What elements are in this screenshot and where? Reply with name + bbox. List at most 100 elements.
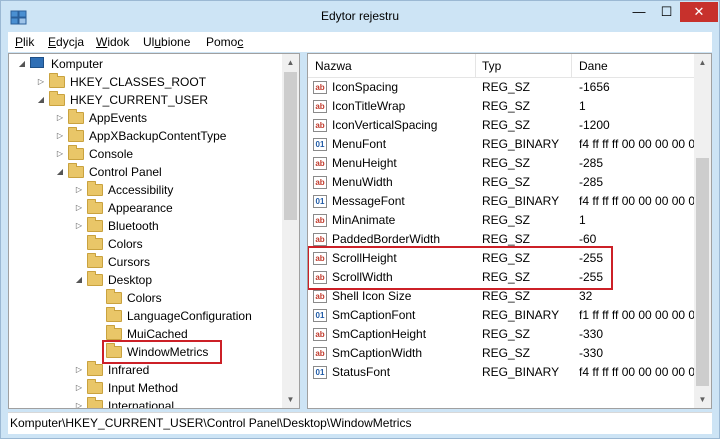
column-divider[interactable] bbox=[571, 54, 572, 78]
tree-item[interactable]: ▷ HKEY_CLASSES_ROOT bbox=[9, 73, 281, 91]
scroll-up-arrow-icon[interactable]: ▲ bbox=[282, 54, 299, 71]
menu-item[interactable]: Ulubione bbox=[143, 35, 190, 49]
expanded-arrow-icon[interactable]: ◢ bbox=[74, 271, 84, 289]
tree-item[interactable]: ▷ AppEvents bbox=[9, 109, 281, 127]
menu-item[interactable]: Widok bbox=[96, 35, 129, 49]
key-tree-pane[interactable]: ◢ Komputer ▷ HKEY_CLASSES_ROOT ◢ HKEY_CURRENT… bbox=[8, 53, 300, 409]
binary-value-icon: 01 bbox=[313, 195, 327, 208]
column-divider[interactable] bbox=[475, 54, 476, 78]
tree-item-label: Console bbox=[89, 147, 134, 161]
scroll-up-arrow-icon[interactable]: ▲ bbox=[694, 54, 711, 71]
value-row[interactable]: ab IconVerticalSpacing REG_SZ -1200 bbox=[308, 116, 696, 135]
column-header-type[interactable]: Typ bbox=[482, 59, 501, 73]
tree-item-label: Colors bbox=[127, 291, 162, 305]
window-title: Edytor rejestru bbox=[320, 9, 400, 23]
scroll-thumb[interactable] bbox=[696, 158, 709, 386]
tree-item-label: LanguageConfiguration bbox=[127, 309, 252, 323]
value-type: REG_SZ bbox=[482, 99, 531, 113]
value-type: REG_SZ bbox=[482, 213, 531, 227]
value-row[interactable]: 01 SmCaptionFont REG_BINARY f1 ff ff ff 00 … bbox=[308, 306, 696, 325]
tree-item[interactable]: ◢ Desktop bbox=[9, 271, 281, 289]
collapsed-arrow-icon[interactable]: ▷ bbox=[55, 145, 65, 163]
tree-item[interactable]: ▷ Appearance bbox=[9, 199, 281, 217]
folder-icon bbox=[87, 253, 103, 268]
tree-item[interactable]: ▷ Accessibility bbox=[9, 181, 281, 199]
value-type: REG_BINARY bbox=[482, 137, 560, 151]
collapsed-arrow-icon[interactable]: ▷ bbox=[74, 181, 84, 199]
expanded-arrow-icon[interactable]: ◢ bbox=[17, 55, 27, 73]
value-row[interactable]: ab SmCaptionHeight REG_SZ -330 bbox=[308, 325, 696, 344]
tree-item[interactable]: Colors bbox=[9, 289, 281, 307]
close-button[interactable]: ✕ bbox=[680, 2, 718, 22]
menu-item[interactable]: Edycja bbox=[48, 35, 84, 49]
string-value-icon: ab bbox=[313, 81, 327, 94]
collapsed-arrow-icon[interactable]: ▷ bbox=[74, 397, 84, 408]
column-header-name[interactable]: Nazwa bbox=[315, 59, 352, 73]
computer-icon bbox=[30, 57, 44, 68]
tree-item[interactable]: ▷ Console bbox=[9, 145, 281, 163]
collapsed-arrow-icon[interactable]: ▷ bbox=[36, 73, 46, 91]
scroll-thumb[interactable] bbox=[284, 72, 297, 220]
value-type: REG_BINARY bbox=[482, 365, 560, 379]
value-type: REG_BINARY bbox=[482, 194, 560, 208]
expanded-arrow-icon[interactable]: ◢ bbox=[36, 91, 46, 109]
value-data: f4 ff ff ff 00 00 00 00 00 bbox=[579, 137, 696, 151]
minimize-button[interactable]: — bbox=[625, 2, 653, 22]
collapsed-arrow-icon[interactable]: ▷ bbox=[55, 109, 65, 127]
tree-item[interactable]: ▷ Input Method bbox=[9, 379, 281, 397]
tree-item[interactable]: ▷ Infrared bbox=[9, 361, 281, 379]
tree-scrollbar[interactable]: ▲ ▼ bbox=[282, 54, 299, 408]
value-name: MenuWidth bbox=[332, 175, 393, 189]
value-row[interactable]: ab SmCaptionWidth REG_SZ -330 bbox=[308, 344, 696, 363]
tree-item[interactable]: Cursors bbox=[9, 253, 281, 271]
tree-item[interactable]: Colors bbox=[9, 235, 281, 253]
scroll-down-arrow-icon[interactable]: ▼ bbox=[282, 391, 299, 408]
folder-icon bbox=[68, 127, 84, 142]
folder-icon bbox=[87, 271, 103, 286]
tree-item[interactable]: ▷ International bbox=[9, 397, 281, 408]
tree-item[interactable]: ▷ AppXBackupContentType bbox=[9, 127, 281, 145]
tree-item[interactable]: ◢ Control Panel bbox=[9, 163, 281, 181]
title-bar[interactable]: Edytor rejestru — ☐ ✕ bbox=[1, 1, 719, 32]
folder-icon bbox=[87, 199, 103, 214]
value-row[interactable]: 01 StatusFont REG_BINARY f4 ff ff ff 00 00 … bbox=[308, 363, 696, 382]
value-data: -285 bbox=[579, 175, 604, 189]
value-name: StatusFont bbox=[332, 365, 391, 379]
value-row[interactable]: ab MenuWidth REG_SZ -285 bbox=[308, 173, 696, 192]
values-scrollbar[interactable]: ▲ ▼ bbox=[694, 54, 711, 408]
tree-item-label: Infrared bbox=[108, 363, 150, 377]
collapsed-arrow-icon[interactable]: ▷ bbox=[55, 127, 65, 145]
tree-item[interactable]: ▷ Bluetooth bbox=[9, 217, 281, 235]
values-list-pane[interactable]: Nazwa Typ Dane ab IconSpacing REG_SZ -1656 a… bbox=[307, 53, 712, 409]
scroll-down-arrow-icon[interactable]: ▼ bbox=[694, 391, 711, 408]
collapsed-arrow-icon[interactable]: ▷ bbox=[74, 361, 84, 379]
tree-item[interactable]: ◢ HKEY_CURRENT_USER bbox=[9, 91, 281, 109]
tree-item[interactable]: ◢ Komputer bbox=[9, 55, 281, 73]
tree-item-label: Bluetooth bbox=[108, 219, 159, 233]
maximize-button[interactable]: ☐ bbox=[653, 2, 680, 22]
tree-item-label: Control Panel bbox=[89, 165, 162, 179]
collapsed-arrow-icon[interactable]: ▷ bbox=[74, 199, 84, 217]
tree-item-label: Desktop bbox=[108, 273, 153, 287]
value-row[interactable]: ab MenuHeight REG_SZ -285 bbox=[308, 154, 696, 173]
folder-icon bbox=[87, 181, 103, 196]
value-row[interactable]: ab MinAnimate REG_SZ 1 bbox=[308, 211, 696, 230]
value-row[interactable]: 01 MessageFont REG_BINARY f4 ff ff ff 00 00… bbox=[308, 192, 696, 211]
value-type: REG_SZ bbox=[482, 175, 531, 189]
collapsed-arrow-icon[interactable]: ▷ bbox=[74, 217, 84, 235]
binary-value-icon: 01 bbox=[313, 366, 327, 379]
collapsed-arrow-icon[interactable]: ▷ bbox=[74, 379, 84, 397]
column-header-data[interactable]: Dane bbox=[579, 59, 608, 73]
value-data: -1200 bbox=[579, 118, 610, 132]
value-row[interactable]: ab IconSpacing REG_SZ -1656 bbox=[308, 78, 696, 97]
menu-item[interactable]: Plik bbox=[15, 35, 34, 49]
value-row[interactable]: ab IconTitleWrap REG_SZ 1 bbox=[308, 97, 696, 116]
expanded-arrow-icon[interactable]: ◢ bbox=[55, 163, 65, 181]
status-bar-path: Komputer\HKEY_CURRENT_USER\Control Panel… bbox=[8, 412, 712, 434]
string-value-icon: ab bbox=[313, 100, 327, 113]
tree-item[interactable]: LanguageConfiguration bbox=[9, 307, 281, 325]
tree-item-label: Accessibility bbox=[108, 183, 174, 197]
value-row[interactable]: 01 MenuFont REG_BINARY f4 ff ff ff 00 00 00… bbox=[308, 135, 696, 154]
value-type: REG_SZ bbox=[482, 156, 531, 170]
menu-item[interactable]: Pomoc bbox=[206, 35, 243, 49]
